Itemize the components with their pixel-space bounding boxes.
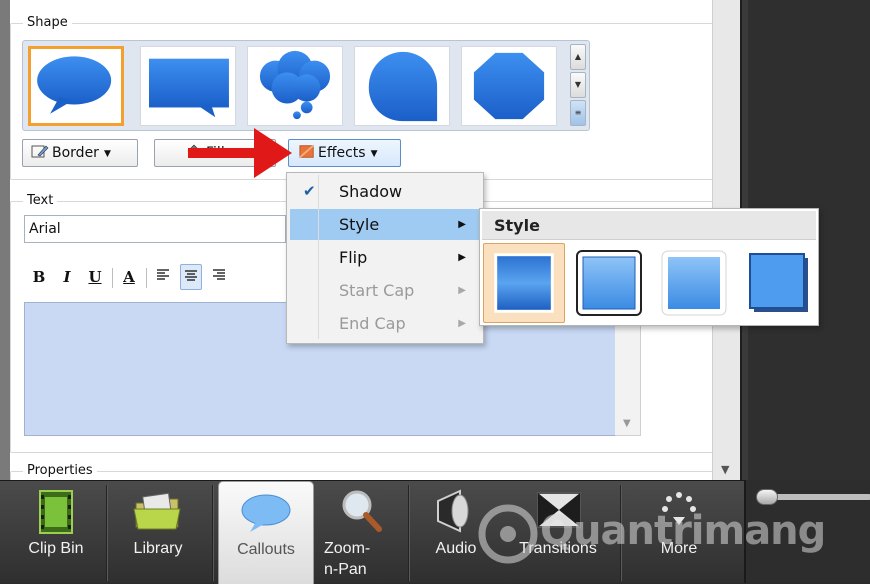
submenu-arrow-icon: ▶ bbox=[458, 252, 466, 263]
tab-label: Zoom-n-Pan bbox=[324, 540, 371, 578]
font-name-field[interactable]: Arial bbox=[24, 215, 286, 243]
properties-group: Properties bbox=[10, 463, 714, 480]
underline-button[interactable]: U bbox=[84, 264, 106, 290]
align-left-icon bbox=[157, 269, 169, 280]
align-center-button[interactable] bbox=[180, 264, 202, 290]
tab-clip-bin[interactable]: Clip Bin bbox=[8, 481, 104, 584]
tab-library[interactable]: Library bbox=[108, 481, 208, 584]
border-button[interactable]: Border ▼ bbox=[22, 139, 138, 167]
tab-separator bbox=[212, 485, 213, 581]
chevron-down-icon: ▼ bbox=[103, 149, 111, 159]
shape-round-callout[interactable] bbox=[354, 46, 450, 126]
chevron-down-icon: ▼ bbox=[623, 418, 631, 429]
gallery-expand-icon[interactable]: ≡ bbox=[570, 100, 586, 126]
border-pen-icon bbox=[31, 145, 49, 158]
style-option-gradient[interactable] bbox=[483, 243, 565, 323]
menu-item-label: Flip bbox=[339, 248, 368, 267]
speaker-icon bbox=[437, 489, 469, 533]
library-folder-icon bbox=[133, 492, 181, 530]
shape-octagon-callout[interactable] bbox=[461, 46, 557, 126]
tab-zoom-n-pan[interactable]: Zoom-n-Pan bbox=[316, 481, 406, 584]
submenu-arrow-icon: ▶ bbox=[458, 318, 466, 329]
watermark: Quantrimang bbox=[478, 500, 826, 570]
border-button-label: Border bbox=[52, 145, 99, 161]
style-submenu: Style bbox=[479, 208, 819, 326]
text-group-legend: Text bbox=[23, 193, 58, 208]
align-center-icon bbox=[185, 270, 197, 281]
watermark-text: Quantrimang bbox=[540, 508, 826, 554]
gallery-scrollbar[interactable]: ▲ ▼ ≡ bbox=[570, 44, 586, 127]
style-option-bordered[interactable] bbox=[568, 243, 650, 323]
align-right-icon bbox=[213, 269, 225, 280]
menu-item-label: Style bbox=[339, 215, 380, 234]
toolbar-separator bbox=[112, 268, 113, 288]
style-option-soft[interactable] bbox=[653, 243, 735, 323]
shape-gallery: ▲ ▼ ≡ bbox=[22, 40, 590, 131]
italic-button[interactable]: I bbox=[56, 264, 78, 290]
submenu-arrow-icon: ▶ bbox=[458, 285, 466, 296]
panel-left-edge bbox=[0, 0, 10, 480]
toolbar-separator bbox=[146, 268, 147, 288]
gallery-scroll-up-icon[interactable]: ▲ bbox=[570, 44, 586, 70]
font-color-button[interactable]: A bbox=[118, 264, 140, 290]
effects-icon bbox=[299, 145, 314, 158]
tab-label: Callouts bbox=[237, 541, 295, 558]
menu-gutter-line bbox=[318, 175, 319, 339]
bold-button[interactable]: B bbox=[28, 264, 50, 290]
magnifier-icon bbox=[342, 490, 382, 532]
effects-menu: ✔ Shadow Style ▶ Flip ▶ Start Cap ▶ End … bbox=[286, 172, 484, 344]
watermark-logo-icon bbox=[478, 504, 538, 564]
gallery-scroll-down-icon[interactable]: ▼ bbox=[570, 72, 586, 98]
format-toolbar: B I U A bbox=[24, 264, 286, 294]
chevron-down-icon: ▼ bbox=[721, 463, 730, 476]
style-submenu-title: Style bbox=[482, 211, 816, 240]
menu-item-label: Shadow bbox=[339, 182, 403, 201]
properties-group-legend: Properties bbox=[23, 463, 97, 478]
align-left-button[interactable] bbox=[152, 264, 174, 290]
effects-button[interactable]: Effects ▼ bbox=[288, 139, 401, 167]
tab-label: Library bbox=[133, 540, 183, 557]
chevron-down-icon: ▼ bbox=[370, 149, 378, 159]
tab-callouts[interactable]: Callouts bbox=[218, 481, 314, 584]
menu-item-label: Start Cap bbox=[339, 281, 415, 300]
shape-rectangle-callout[interactable] bbox=[140, 46, 236, 126]
checkmark-icon: ✔ bbox=[303, 182, 316, 200]
film-strip-icon bbox=[39, 490, 73, 534]
tab-separator bbox=[408, 485, 409, 581]
shape-rounded-callout[interactable] bbox=[28, 46, 124, 126]
align-right-button[interactable] bbox=[208, 264, 230, 290]
submenu-arrow-icon: ▶ bbox=[458, 219, 466, 230]
shape-group-legend: Shape bbox=[23, 15, 72, 30]
tab-separator bbox=[106, 485, 107, 581]
style-option-flat-shadow[interactable] bbox=[738, 243, 820, 323]
red-arrow-annotation bbox=[188, 128, 292, 178]
effects-button-label: Effects bbox=[318, 145, 366, 161]
speech-bubble-icon bbox=[241, 494, 291, 532]
menu-item-label: End Cap bbox=[339, 314, 406, 333]
shape-cloud-callout[interactable] bbox=[247, 46, 343, 126]
tab-label: Clip Bin bbox=[28, 540, 84, 557]
